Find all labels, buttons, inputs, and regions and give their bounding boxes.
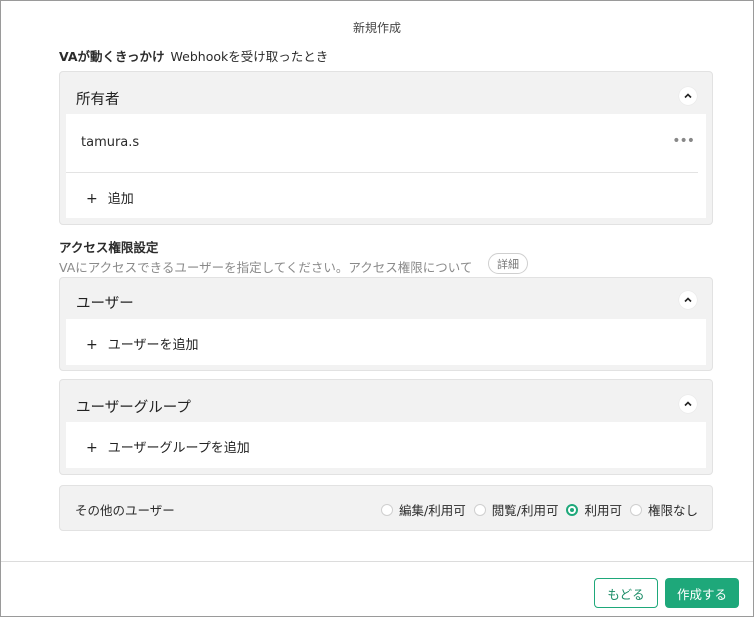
add-owner-button[interactable]: + 追加 [86,188,134,207]
add-user-button[interactable]: + ユーザーを追加 [86,334,198,353]
trigger-row: VAが動くきっかけ Webhookを受け取ったとき [59,46,328,65]
permission-radio-group: 編集/利用可 閲覧/利用可 利用可 権限なし [373,500,698,519]
owner-list: tamura.s ••• + 追加 [66,114,706,218]
more-options-icon[interactable]: ••• [672,133,695,149]
add-user-label: ユーザーを追加 [107,338,199,353]
radio-label: 閲覧/利用可 [491,503,559,518]
radio-unchecked-icon [473,503,486,516]
other-users-panel: その他のユーザー 編集/利用可 閲覧/利用可 利用可 権限なし [59,485,713,531]
user-panel-heading: ユーザー [76,296,134,312]
user-panel: ユーザー + ユーザーを追加 [59,277,713,371]
radio-use[interactable]: 利用可 [566,500,622,519]
radio-edit-use[interactable]: 編集/利用可 [381,500,466,519]
access-description: VAにアクセスできるユーザーを指定してください。アクセス権限について [59,260,473,275]
plus-icon: + [86,191,98,207]
radio-unchecked-icon [629,503,642,516]
owner-divider [66,172,698,173]
user-group-list: + ユーザーグループを追加 [66,422,706,468]
owner-panel: 所有者 tamura.s ••• + 追加 [59,71,713,225]
chevron-up-icon [684,401,692,407]
radio-no-permission[interactable]: 権限なし [629,500,698,519]
radio-unchecked-icon [381,503,394,516]
user-list: + ユーザーを追加 [66,319,706,365]
create-button[interactable]: 作成する [665,578,739,608]
chevron-up-icon [684,297,692,303]
radio-label: 編集/利用可 [399,503,466,518]
chevron-up-icon [684,93,692,99]
owner-panel-heading: 所有者 [76,92,120,108]
collapse-owner-button[interactable] [679,87,697,105]
collapse-user-button[interactable] [679,291,697,309]
radio-checked-icon [566,503,579,516]
dialog-title: 新規作成 [352,21,401,35]
owner-name: tamura.s [81,135,140,150]
add-owner-label: 追加 [107,192,134,207]
user-group-panel-heading: ユーザーグループ [76,400,191,416]
plus-icon: + [86,440,98,456]
other-users-label: その他のユーザー [75,503,175,518]
radio-view-use[interactable]: 閲覧/利用可 [473,500,559,519]
user-group-panel: ユーザーグループ + ユーザーグループを追加 [59,379,713,475]
detail-button[interactable]: 詳細 [488,253,528,274]
plus-icon: + [86,337,98,353]
footer-divider [1,561,753,562]
trigger-label: VAが動くきっかけ [59,49,165,64]
back-button[interactable]: もどる [594,578,658,608]
add-user-group-button[interactable]: + ユーザーグループを追加 [86,437,250,456]
collapse-user-group-button[interactable] [679,395,697,413]
add-user-group-label: ユーザーグループを追加 [107,441,250,456]
access-heading: アクセス権限設定 [59,240,159,255]
radio-label: 利用可 [584,503,622,518]
create-dialog: 新規作成 VAが動くきっかけ Webhookを受け取ったとき 所有者 tamura… [0,0,754,617]
trigger-value: Webhookを受け取ったとき [170,49,329,64]
radio-label: 権限なし [647,503,698,518]
